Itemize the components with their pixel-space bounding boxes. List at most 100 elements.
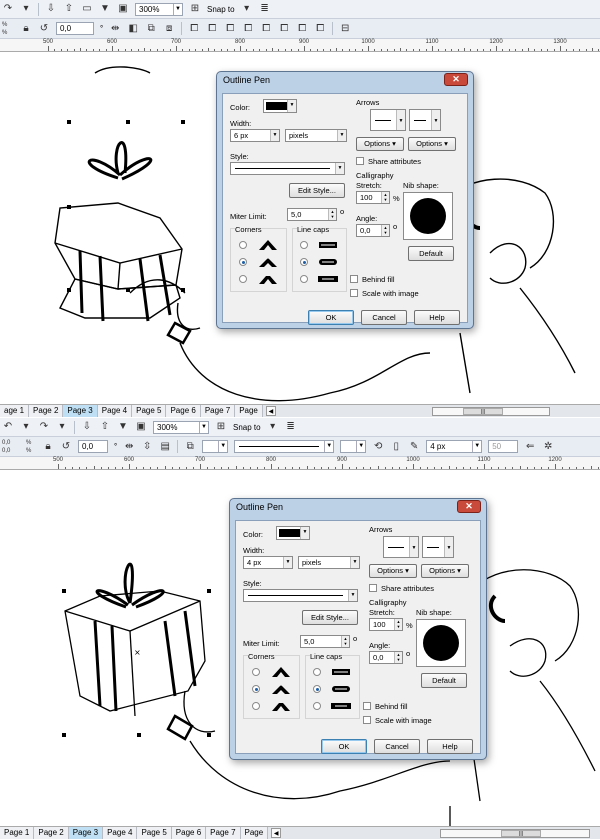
wrap-text-icon[interactable]: ▤ (159, 441, 171, 453)
zoom-level-select[interactable]: 300% ▼ (135, 2, 183, 16)
cap-round-radio[interactable] (300, 258, 308, 266)
corner-round-radio[interactable] (252, 685, 260, 693)
snap-to-label[interactable]: Snap to (207, 5, 235, 14)
corner-miter-radio[interactable] (239, 241, 247, 249)
nib-shape-preview[interactable] (416, 619, 466, 667)
back-minus-front-icon[interactable]: ⧠ (296, 23, 308, 35)
edit-style-button[interactable]: Edit Style... (302, 610, 358, 625)
miter-limit-input[interactable]: 5,0 ▲ ▼ (287, 208, 337, 221)
scroll-left-icon[interactable]: ◀ (271, 828, 282, 838)
scrollbar-thumb[interactable]: ||| (463, 408, 503, 415)
corner-bevel-radio[interactable] (252, 702, 260, 710)
horizontal-scrollbar[interactable]: ||| (432, 407, 550, 416)
spin-arrows-icon[interactable]: ▲ ▼ (341, 636, 349, 647)
export-icon[interactable]: ⇧ (63, 3, 75, 15)
end-arrow-select[interactable]: ▼ (409, 109, 441, 131)
width-select[interactable]: 6 px ▼ (230, 129, 280, 142)
start-arrow-options-button[interactable]: Options ▾ (356, 137, 404, 151)
corner-miter-radio[interactable] (252, 668, 260, 676)
front-minus-back-icon[interactable]: ⧠ (278, 23, 290, 35)
scale-with-image-checkbox[interactable] (350, 289, 358, 297)
start-arrow-options-button[interactable]: Options ▾ (369, 564, 417, 578)
selection-handle[interactable] (126, 288, 130, 292)
end-arrow-select[interactable]: ▼ (422, 536, 454, 558)
spin-arrows-icon[interactable]: ▲ ▼ (394, 652, 402, 663)
horizontal-scrollbar[interactable]: ||| (440, 829, 590, 838)
outline-width-select[interactable]: 4 px ▼ (426, 440, 483, 453)
default-button[interactable]: Default (408, 246, 454, 261)
help-button[interactable]: Help (414, 310, 460, 325)
chevron-down-icon[interactable]: ▾ (241, 3, 253, 15)
cancel-button[interactable]: Cancel (361, 310, 407, 325)
nib-shape-preview[interactable] (403, 192, 453, 240)
page-tab-3[interactable]: Page 3 (68, 827, 104, 839)
ok-button[interactable]: OK (321, 739, 367, 754)
pen-icon[interactable]: ✎ (408, 441, 420, 453)
behind-fill-checkbox[interactable] (363, 702, 371, 710)
edit-path-icon[interactable]: ⧉ (184, 441, 196, 453)
chevron-down-icon[interactable]: ▾ (267, 421, 279, 433)
import-icon[interactable]: ⇩ (45, 3, 57, 15)
end-arrow-options-button[interactable]: Options ▾ (408, 137, 456, 151)
dropdown-arrow-icon[interactable]: ▾ (20, 421, 32, 433)
redo-icon[interactable]: ↷ (2, 3, 14, 15)
outline-style-select[interactable]: ▼ (234, 440, 335, 453)
mirror-icon[interactable]: ⇹ (109, 23, 121, 35)
rotate-icon[interactable]: ↺ (38, 23, 50, 35)
miter-limit-input[interactable]: 5,0 ▲ ▼ (300, 635, 350, 648)
welcome-screen-icon[interactable]: ▣ (135, 421, 147, 433)
behind-fill-checkbox[interactable] (350, 275, 358, 283)
lock-ratio-icon[interactable]: 🔒︎ (42, 441, 54, 453)
combine-icon[interactable]: ⧠ (188, 23, 200, 35)
edit-style-button[interactable]: Edit Style... (289, 183, 345, 198)
stretch-input[interactable]: 100 ▲ ▼ (369, 618, 403, 631)
page-tab-2[interactable]: Page 2 (34, 827, 69, 839)
close-curve-icon[interactable]: ▯ (390, 441, 402, 453)
page-tab-6[interactable]: Page 6 (171, 827, 207, 839)
selection-handle[interactable] (137, 733, 141, 737)
angle-input[interactable]: 0,0 ▲ ▼ (369, 651, 403, 664)
page-tab-1[interactable]: age 1 (0, 405, 30, 417)
extract-subpath-icon[interactable]: ✲ (542, 441, 554, 453)
start-arrow-select[interactable]: ▼ (370, 109, 406, 131)
spin-arrows-icon[interactable]: ▲ ▼ (328, 209, 336, 220)
selection-handle[interactable] (62, 589, 66, 593)
mirror-icon[interactable]: ⇹ (123, 441, 135, 453)
cap-square-radio[interactable] (300, 241, 308, 249)
selection-handle[interactable] (62, 733, 66, 737)
flip-icon[interactable]: ⇳ (141, 441, 153, 453)
page-tab-4[interactable]: Page 4 (103, 827, 138, 839)
spin-arrows-icon[interactable]: ▲ ▼ (381, 225, 389, 236)
ungroup-icon[interactable]: ⧉ (145, 23, 157, 35)
reverse-direction-icon[interactable]: ⟲ (372, 441, 384, 453)
options-icon[interactable]: ≣ (259, 3, 271, 15)
rotate-icon[interactable]: ↺ (60, 441, 72, 453)
units-select[interactable]: pixels ▼ (298, 556, 360, 569)
simplify-icon[interactable]: ⧠ (260, 23, 272, 35)
create-boundary-icon[interactable]: ⧠ (314, 23, 326, 35)
page-tab-4[interactable]: Page 4 (97, 405, 133, 417)
corner-bevel-radio[interactable] (239, 275, 247, 283)
export-icon[interactable]: ⇧ (99, 421, 111, 433)
page-tab-3[interactable]: Page 3 (63, 405, 98, 417)
style-select[interactable]: ▼ (243, 589, 358, 602)
share-attributes-checkbox[interactable] (356, 157, 364, 165)
welcome-screen-icon[interactable]: ▣ (117, 3, 129, 15)
selection-handle[interactable] (126, 120, 130, 124)
selection-handle[interactable] (207, 589, 211, 593)
page-tab-1[interactable]: Page 1 (0, 827, 35, 839)
default-button[interactable]: Default (421, 673, 467, 688)
corner-round-radio[interactable] (239, 258, 247, 266)
scale-with-image-checkbox[interactable] (363, 716, 371, 724)
page-tab-5[interactable]: Page 5 (132, 405, 167, 417)
smoothness-input[interactable]: 50 (488, 440, 519, 453)
redo-icon[interactable]: ↷ (38, 421, 50, 433)
ok-button[interactable]: OK (308, 310, 354, 325)
dropdown-arrow-icon[interactable]: ▾ (20, 3, 32, 15)
rotation-angle-input[interactable]: 0,0 (56, 22, 94, 35)
cap-round-radio[interactable] (313, 685, 321, 693)
end-arrowhead-select[interactable]: ▼ (340, 440, 367, 453)
page-tab-more[interactable]: Page (235, 405, 263, 417)
selection-handle[interactable] (67, 288, 71, 292)
full-screen-icon[interactable]: ⊞ (215, 421, 227, 433)
